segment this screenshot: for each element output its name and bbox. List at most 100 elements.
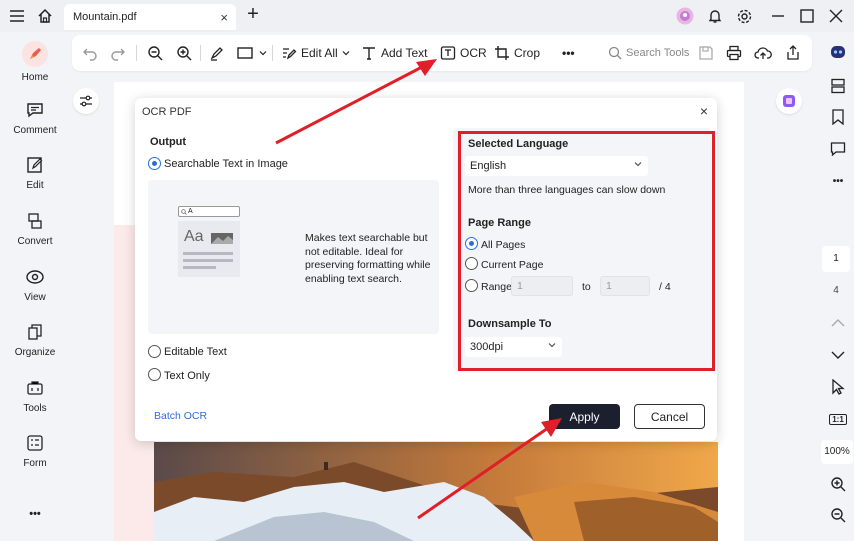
nav-comment-label: Comment — [13, 125, 57, 136]
undo-icon — [83, 48, 97, 61]
thumbnails-icon[interactable] — [829, 77, 847, 95]
nav-home[interactable]: Home — [0, 40, 70, 83]
total-pages: 4 — [833, 285, 839, 296]
preview-search-box: A — [178, 206, 240, 217]
add-text-label: Add Text — [381, 46, 428, 60]
toolbox-icon — [0, 379, 70, 399]
zoom-level[interactable]: 100% — [821, 440, 853, 464]
home-icon[interactable] — [35, 6, 55, 26]
ocr-button[interactable]: OCR — [440, 43, 487, 63]
avatar[interactable] — [675, 6, 695, 26]
output-description: Makes text searchable but not editable. … — [305, 232, 431, 285]
actual-size-button[interactable]: 1:1 — [829, 410, 847, 428]
zoom-out-icon — [148, 46, 163, 61]
preview-image-icon — [211, 233, 233, 244]
shape-button[interactable] — [237, 43, 267, 63]
bell-icon[interactable] — [705, 6, 725, 26]
nav-comment[interactable]: Comment — [0, 101, 70, 136]
nav-home-label: Home — [21, 72, 49, 83]
share-button[interactable] — [785, 43, 801, 63]
convert-icon — [0, 212, 70, 232]
menu-icon[interactable] — [7, 6, 27, 26]
edit-all-label: Edit All — [301, 46, 338, 60]
apply-button[interactable]: Apply — [549, 404, 620, 429]
edit-all-button[interactable]: Edit All — [281, 43, 350, 63]
close-window-button[interactable] — [826, 6, 846, 26]
cloud-upload-button[interactable] — [754, 43, 772, 63]
rectangle-icon — [237, 47, 253, 59]
current-page-field[interactable]: 1 — [822, 246, 850, 272]
comment-icon — [0, 101, 70, 121]
cloud-upload-icon — [754, 47, 772, 59]
bookmark-icon[interactable] — [829, 108, 847, 126]
editable-text-radio[interactable] — [148, 345, 161, 358]
tab-title: Mountain.pdf — [73, 11, 137, 23]
nav-tools[interactable]: Tools — [0, 379, 70, 414]
crop-button[interactable]: Crop — [494, 43, 540, 63]
zoom-out-side-button[interactable] — [829, 506, 847, 524]
nav-edit[interactable]: Edit — [0, 156, 70, 191]
select-cursor-icon[interactable] — [829, 378, 847, 396]
redo-icon — [111, 48, 125, 61]
document-tab[interactable]: Mountain.pdf × — [64, 4, 236, 30]
edit-icon — [0, 156, 70, 176]
chevron-down-icon — [342, 51, 350, 56]
output-label: Output — [150, 136, 187, 148]
rocket-icon — [0, 40, 70, 68]
nav-edit-label: Edit — [26, 180, 44, 191]
text-only-radio[interactable] — [148, 368, 161, 381]
cancel-button[interactable]: Cancel — [634, 404, 705, 429]
preview-glyph: Aa — [184, 228, 204, 245]
more-panels-icon[interactable]: ••• — [829, 172, 847, 190]
text-only-label: Text Only — [164, 370, 210, 382]
comments-panel-icon[interactable] — [829, 140, 847, 158]
zoom-out-button[interactable] — [147, 43, 163, 63]
print-button[interactable] — [726, 43, 742, 63]
add-text-button[interactable]: Add Text — [361, 43, 427, 63]
main-toolbar: Edit All Add Text OCR Crop ••• Search To… — [72, 35, 812, 71]
save-button[interactable] — [698, 43, 714, 63]
printer-icon — [726, 45, 742, 61]
mountain-photo — [154, 442, 718, 541]
undo-button[interactable] — [82, 43, 98, 63]
new-tab-button[interactable]: + — [243, 3, 263, 25]
minimize-button[interactable] — [768, 6, 788, 26]
nav-form[interactable]: Form — [0, 434, 70, 469]
searchable-text-radio[interactable] — [148, 157, 161, 170]
title-bar: Mountain.pdf × + — [0, 0, 854, 32]
nav-tools-label: Tools — [23, 403, 47, 414]
chevron-up-icon[interactable] — [829, 314, 847, 332]
left-navigation: Home Comment Edit Convert View Organize — [0, 32, 66, 541]
highlight-button[interactable] — [209, 43, 225, 63]
nav-view[interactable]: View — [0, 268, 70, 303]
preview-document: Aa — [178, 221, 240, 277]
ocr-icon — [440, 46, 456, 60]
batch-ocr-link[interactable]: Batch OCR — [154, 410, 207, 422]
close-tab-button[interactable]: × — [220, 10, 228, 25]
zoom-in-icon — [177, 46, 192, 61]
text-icon — [363, 47, 375, 60]
editable-text-label: Editable Text — [164, 346, 227, 358]
nav-convert[interactable]: Convert — [0, 212, 70, 247]
divider — [200, 45, 201, 61]
nav-more-button[interactable]: ••• — [0, 508, 70, 520]
zoom-in-button[interactable] — [176, 43, 192, 63]
chevron-down-icon[interactable] — [829, 346, 847, 364]
nav-organize[interactable]: Organize — [0, 323, 70, 358]
ai-tool-button[interactable] — [776, 88, 802, 114]
output-preview: A Aa Makes text searchable but not edita… — [148, 180, 439, 334]
search-tools-input[interactable]: Search Tools — [608, 43, 689, 63]
gear-icon[interactable] — [734, 6, 754, 26]
ocr-label: OCR — [460, 46, 487, 60]
ai-app-icon — [783, 95, 795, 107]
dialog-title: OCR PDF — [142, 106, 192, 118]
dialog-close-button[interactable]: × — [700, 103, 708, 119]
filter-settings-button[interactable] — [73, 88, 99, 114]
more-tools-button[interactable]: ••• — [562, 43, 575, 63]
nav-convert-label: Convert — [17, 236, 53, 247]
search-icon — [181, 208, 187, 215]
ai-assistant-icon[interactable] — [829, 43, 847, 61]
maximize-button[interactable] — [797, 6, 817, 26]
zoom-in-side-button[interactable] — [829, 475, 847, 493]
redo-button[interactable] — [110, 43, 126, 63]
